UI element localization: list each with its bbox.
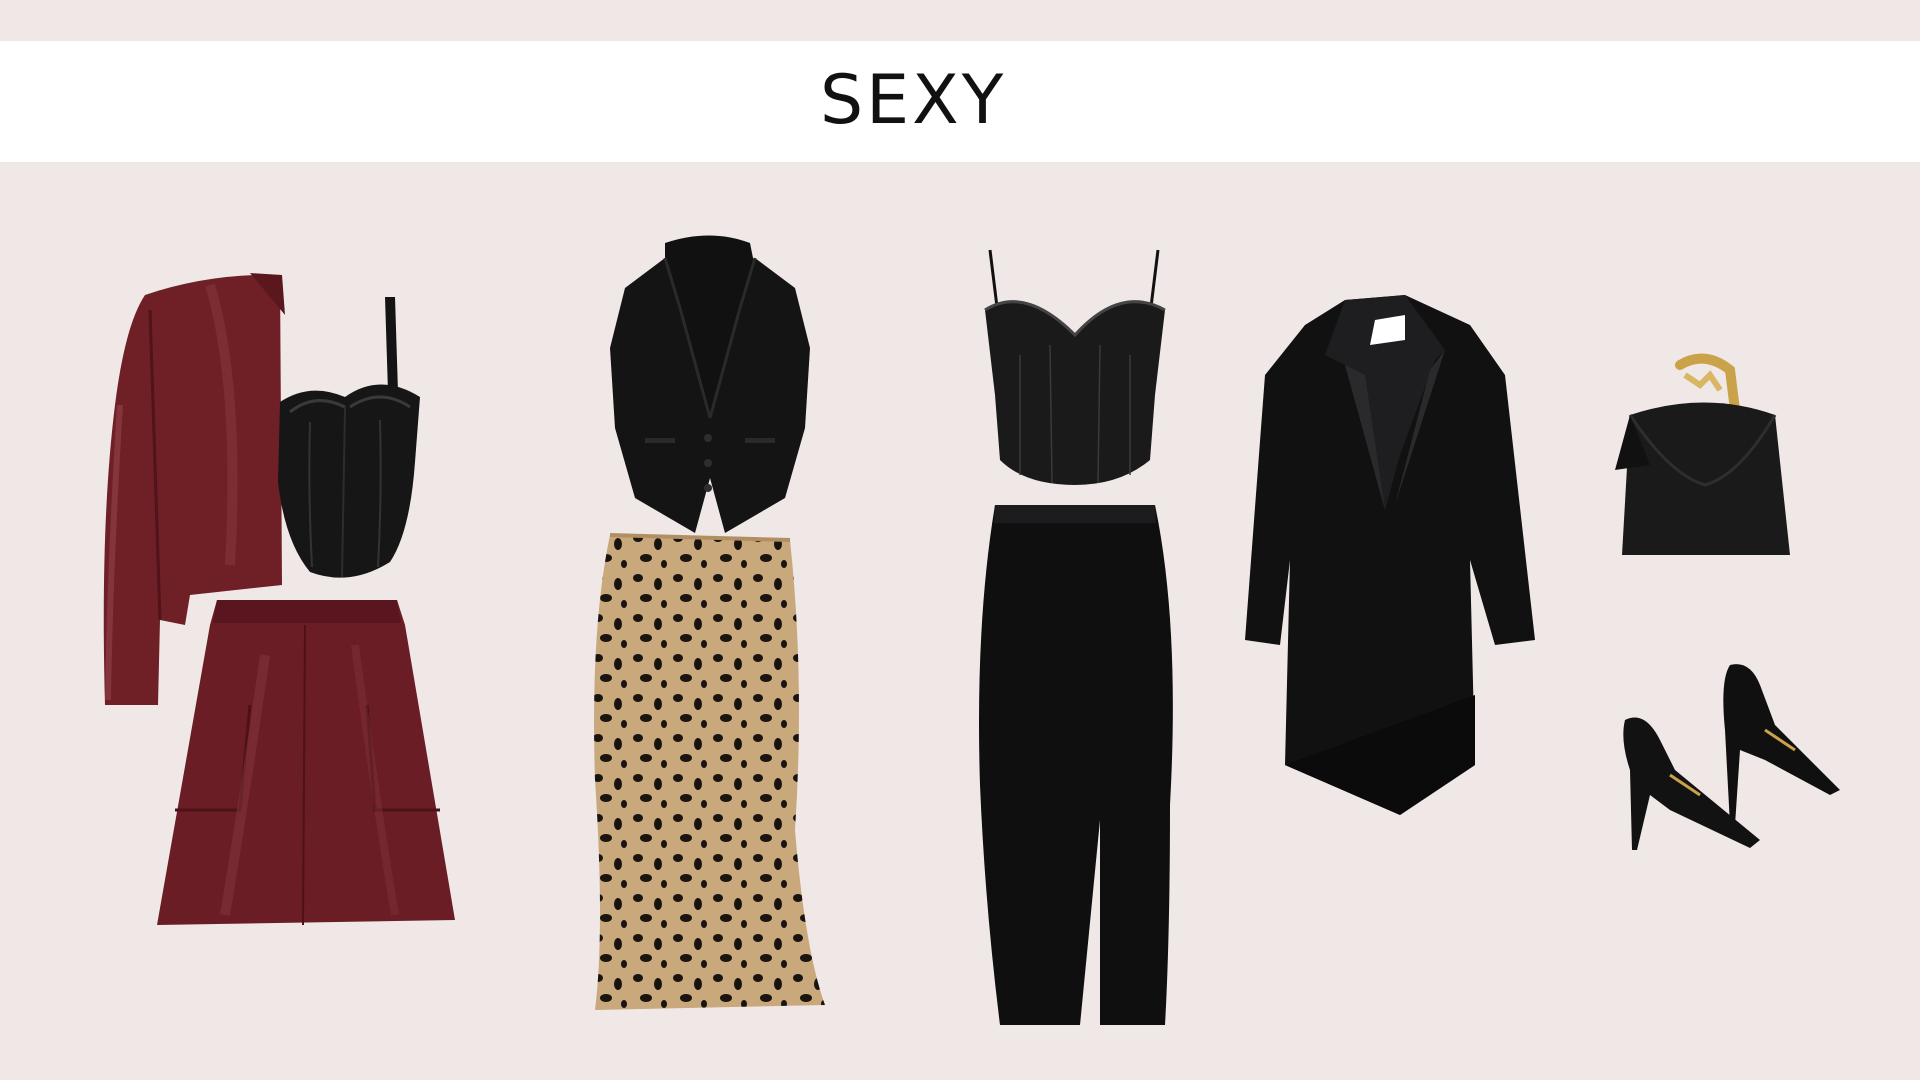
black-halter-vest	[605, 228, 815, 538]
page-title: SEXY	[820, 61, 1007, 140]
black-tuxedo-blazer-dress	[1245, 295, 1540, 820]
black-lace-corset-top	[980, 245, 1170, 490]
black-knit-midi-skirt-with-slit	[970, 505, 1185, 1030]
leopard-satin-midi-skirt	[590, 530, 830, 1020]
black-leather-bustier	[270, 292, 425, 592]
black-patent-slingback-pumps	[1615, 660, 1845, 855]
black-chain-handbag	[1610, 353, 1800, 565]
burgundy-leather-mini-skirt	[155, 595, 460, 930]
